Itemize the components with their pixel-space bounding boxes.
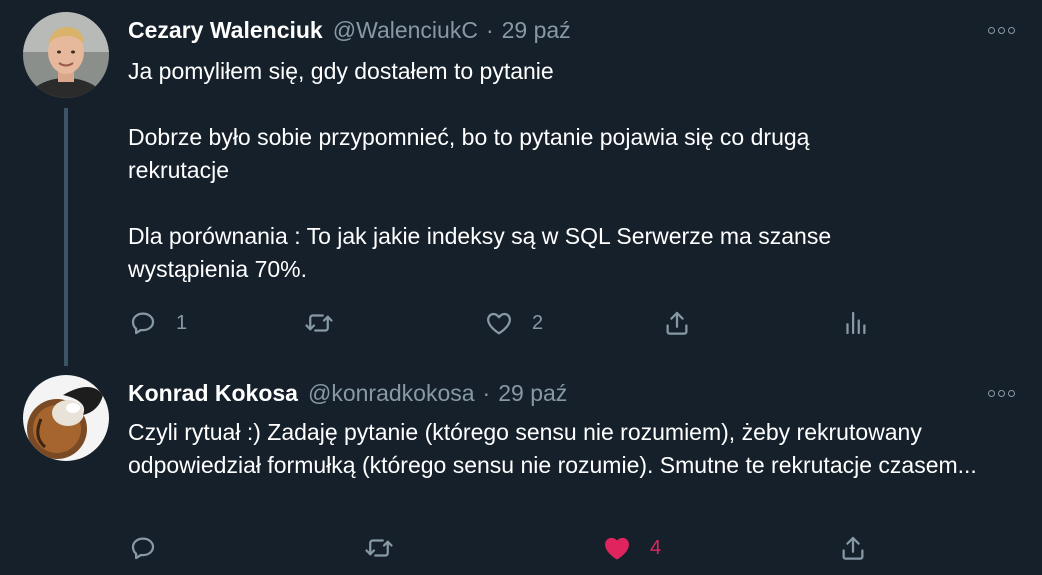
analytics-button[interactable] [840, 306, 870, 340]
reply-button[interactable]: 1 [128, 306, 187, 340]
tweet-text: Czyli rytuał :) Zadaję pytanie (którego … [128, 416, 1018, 482]
tweet-timestamp[interactable]: 29 paź [502, 17, 571, 44]
retweet-button[interactable] [364, 531, 412, 565]
tweet-paragraph: Dla porównania : To jak jakie indeksy są… [128, 223, 832, 282]
like-icon [487, 312, 511, 335]
tweet-header: Konrad Kokosa @konradkokosa · 29 paź [128, 380, 567, 407]
reply-icon [131, 312, 155, 335]
like-count: 2 [532, 311, 544, 334]
more-options-icon[interactable] [984, 20, 1018, 40]
tweet[interactable]: Cezary Walenciuk @WalenciukC · 29 paź Ja… [0, 0, 1042, 368]
like-button[interactable]: 2 [484, 306, 543, 340]
tweet-text: Ja pomyliłem się, gdy dostałem to pytani… [128, 55, 1018, 286]
like-count: 4 [650, 536, 662, 559]
analytics-icon [846, 311, 866, 335]
tweet-paragraph: Ja pomyliłem się, gdy dostałem to pytani… [128, 58, 554, 84]
separator-dot: · [482, 380, 491, 406]
like-icon [605, 537, 629, 560]
retweet-icon [305, 314, 333, 332]
tweet-paragraph: Dobrze było sobie przypomnieć, bo to pyt… [128, 124, 810, 183]
author-name[interactable]: Cezary Walenciuk [128, 17, 323, 44]
tweet-paragraph: Czyli rytuał :) Zadaję pytanie (którego … [128, 419, 977, 478]
author-name[interactable]: Konrad Kokosa [128, 380, 298, 407]
more-options-icon[interactable] [984, 383, 1018, 403]
retweet-icon [365, 539, 393, 557]
tweet[interactable]: Konrad Kokosa @konradkokosa · 29 paź Czy… [0, 368, 1042, 575]
reply-icon [131, 537, 155, 560]
share-button[interactable] [662, 306, 692, 340]
reply-count: 1 [176, 311, 188, 334]
tweet-header: Cezary Walenciuk @WalenciukC · 29 paź [128, 17, 571, 44]
thread-connector-line [64, 108, 68, 366]
avatar[interactable] [23, 12, 109, 98]
like-button[interactable]: 4 [602, 531, 661, 565]
author-handle[interactable]: @WalenciukC [333, 17, 478, 44]
reply-button[interactable] [128, 531, 176, 565]
retweet-button[interactable] [304, 306, 352, 340]
share-icon [666, 311, 688, 335]
separator-dot: · [485, 17, 494, 43]
tweet-timestamp[interactable]: 29 paź [498, 380, 567, 407]
share-icon [842, 536, 864, 560]
share-button[interactable] [838, 531, 868, 565]
avatar[interactable] [23, 375, 109, 461]
author-handle[interactable]: @konradkokosa [308, 380, 475, 407]
